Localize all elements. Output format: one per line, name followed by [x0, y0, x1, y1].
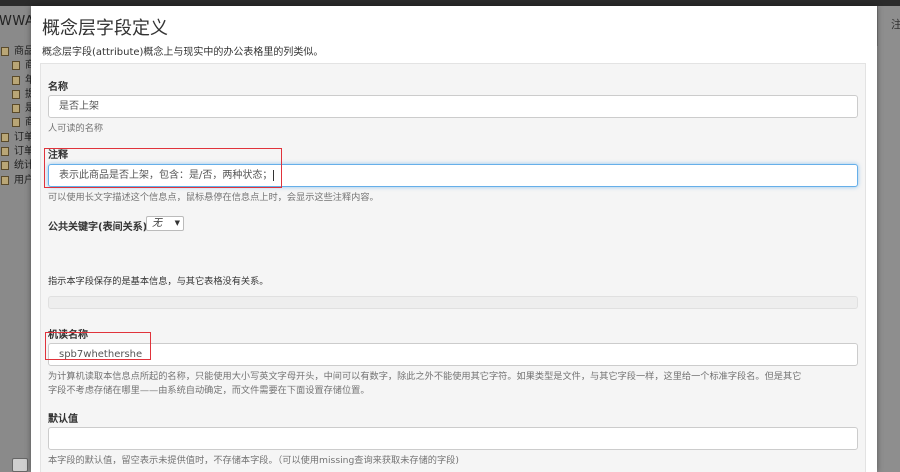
- tree-toggle-icon[interactable]: [1, 147, 9, 157]
- foreign-key-select[interactable]: 无 ▼: [146, 216, 184, 231]
- machine-name-annotation-box: [45, 332, 151, 360]
- dialog-title: 概念层字段定义: [42, 18, 168, 39]
- tree-toggle-icon[interactable]: [1, 47, 9, 56]
- name-input[interactable]: 是否上架: [48, 95, 858, 118]
- table-icon: [12, 61, 20, 71]
- default-value-label: 默认值: [48, 414, 78, 425]
- foreign-key-label: 公共关键字(表间关系): [48, 222, 148, 233]
- machine-name-help-line1: 为计算机读取本信息点所起的名称，只能使用大小写英文字母开头，中间可以有数字，除此…: [48, 371, 802, 382]
- header-divider: [877, 6, 878, 46]
- machine-name-input[interactable]: spb7whethershe: [48, 343, 858, 366]
- dropdown-arrow-icon: ▼: [174, 219, 180, 227]
- name-label: 名称: [48, 82, 68, 93]
- table-icon: [12, 89, 20, 99]
- comment-annotation-box: [44, 148, 282, 188]
- foreign-key-help: 指示本字段保存的是基本信息，与其它表格没有关系。: [48, 276, 269, 287]
- machine-name-help-line2: 字段不考虑存储在哪里——由系统自动确定，而文件需要在下面设置存储位置。: [48, 385, 370, 396]
- foreign-key-selected: 无: [152, 218, 162, 229]
- table-icon: [12, 118, 20, 128]
- table-icon: [12, 75, 20, 85]
- default-value-input[interactable]: [48, 427, 858, 450]
- keyboard-icon[interactable]: [12, 458, 28, 472]
- users-icon: [1, 175, 9, 185]
- dialog-description: 概念层字段(attribute)概念上与现实中的办公表格里的列类似。: [42, 47, 324, 58]
- tree-toggle-icon[interactable]: [1, 132, 9, 142]
- default-value-help: 本字段的默认值，留空表示未提供值时，不存储本字段。（可以使用missing查询来…: [48, 455, 459, 466]
- name-help: 人可读的名称: [48, 123, 104, 134]
- header-link[interactable]: 注: [891, 16, 900, 32]
- table-icon: [12, 104, 20, 114]
- chart-icon: [1, 161, 9, 171]
- field-definition-dialog: 概念层字段定义 概念层字段(attribute)概念上与现实中的办公表格里的列类…: [31, 6, 877, 472]
- relation-detail-bar: [48, 296, 858, 309]
- form-panel: 名称 是否上架 人可读的名称 注释 表示此商品是否上架，包含：是/否，两种状态；…: [40, 63, 866, 472]
- comment-help: 可以使用长文字描述这个信息点，鼠标悬停在信息点上时，会显示这些注释内容。: [48, 192, 379, 203]
